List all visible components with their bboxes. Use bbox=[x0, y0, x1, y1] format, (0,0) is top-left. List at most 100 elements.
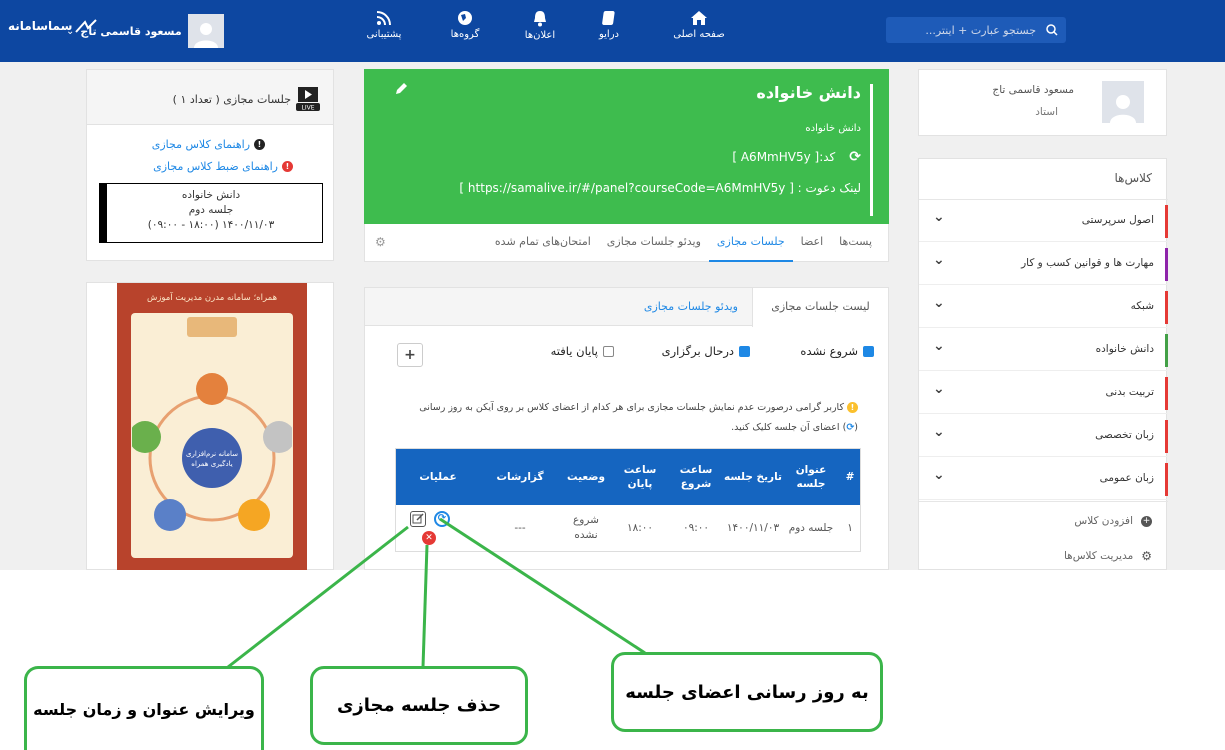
class-item[interactable]: دانش خانواده ⌄ bbox=[919, 330, 1168, 371]
filter-not-started[interactable]: شروع نشده bbox=[800, 344, 874, 358]
checkbox-checked[interactable] bbox=[863, 345, 874, 357]
globe-icon bbox=[458, 11, 472, 25]
class-color-bar bbox=[1165, 334, 1168, 367]
avatar bbox=[1102, 81, 1144, 123]
tab-2[interactable]: جلسات مجازی bbox=[708, 224, 793, 262]
delete-session-button[interactable]: ✕ bbox=[422, 531, 436, 545]
callout-edit-text: ویرایش عنوان و زمان جلسه bbox=[33, 700, 255, 719]
session-name: جلسه دوم bbox=[188, 204, 234, 216]
nav-label: پشتیبانی bbox=[366, 29, 402, 40]
filter-finished[interactable]: پایان یافته bbox=[551, 344, 614, 358]
chevron-down-icon[interactable]: ⌄ bbox=[933, 209, 945, 225]
class-item[interactable]: اصول سرپرستی ⌄ bbox=[919, 201, 1168, 242]
notice-text-2: اعضای آن جلسه کلیک کنید. bbox=[731, 422, 840, 433]
nav-item-notifications[interactable]: اعلان‌ها bbox=[512, 10, 568, 41]
chevron-down-icon[interactable]: ⌄ bbox=[933, 381, 945, 397]
edit-pencil-icon[interactable] bbox=[394, 82, 408, 96]
chevron-down-icon[interactable]: ⌄ bbox=[933, 424, 945, 440]
chevron-down-icon[interactable]: ⌄ bbox=[933, 295, 945, 311]
search-icon[interactable] bbox=[1046, 24, 1058, 36]
guide-link-2[interactable]: راهنمای ضبط کلاس مجازی ! bbox=[153, 160, 293, 173]
guide1-label[interactable]: راهنمای کلاس مجازی bbox=[152, 138, 250, 151]
class-color-bar bbox=[1165, 420, 1168, 453]
nav-label: اعلان‌ها bbox=[524, 30, 556, 41]
checkbox-unchecked[interactable] bbox=[603, 345, 614, 357]
session-time: ۱۴۰۰/۱۱/۰۳ (۱۸:۰۰ - ۰۹:۰۰) bbox=[147, 219, 275, 231]
user-menu[interactable]: ⌄ مسعود قاسمی تاج bbox=[66, 14, 224, 48]
tab-3[interactable]: ویدئو جلسات مجازی bbox=[599, 224, 709, 262]
table-header-cell: تاریخ جلسه bbox=[723, 471, 782, 483]
nav-item-drive[interactable]: درایو bbox=[584, 10, 634, 40]
course-tabs: پست‌ها اعضا جلسات مجازی ویدئو جلسات مجازی ام… bbox=[364, 224, 889, 262]
refresh-code-icon[interactable]: ⟳ bbox=[849, 149, 861, 165]
add-class-button[interactable]: افزودن کلاس + bbox=[1074, 515, 1152, 527]
table-header-cell: ساعت شروع bbox=[679, 464, 713, 490]
class-item[interactable]: تربیت بدنی ⌄ bbox=[919, 373, 1168, 414]
class-item-label: تربیت بدنی bbox=[1105, 386, 1154, 398]
callout-delete-text: حذف جلسه مجازی bbox=[336, 695, 502, 716]
chevron-down-icon[interactable]: ⌄ bbox=[933, 252, 945, 268]
user-icon bbox=[1110, 95, 1136, 123]
profile-card: مسعود قاسمی تاج استاد bbox=[918, 69, 1167, 136]
table-header-cell: گزارشات bbox=[496, 471, 544, 483]
class-item[interactable]: مهارت ها و قوانین کسب و کار ⌄ bbox=[919, 244, 1168, 285]
chevron-down-icon[interactable]: ⌄ bbox=[933, 467, 945, 483]
live-video-icon: LIVE bbox=[295, 86, 321, 112]
manage-classes-label: مدیریت کلاس‌ها bbox=[1063, 550, 1134, 562]
edit-session-button[interactable] bbox=[410, 511, 426, 527]
table-header-cell: ساعت پایان bbox=[623, 464, 657, 490]
class-color-bar bbox=[1165, 205, 1168, 238]
subtab-video[interactable]: ویدئو جلسات مجازی bbox=[644, 300, 738, 313]
alert-icon: ! bbox=[282, 161, 293, 172]
nav-label: درایو bbox=[598, 29, 619, 40]
gear-icon[interactable]: ⚙ bbox=[375, 235, 386, 249]
avatar bbox=[187, 14, 224, 48]
banner-center: سامانه نرم‌افزاری یادگیری همراه bbox=[186, 450, 238, 468]
class-item[interactable]: زبان عمومی ⌄ bbox=[919, 459, 1168, 500]
nav-item-support[interactable]: پشتیبانی bbox=[356, 10, 412, 40]
class-item[interactable]: شبکه ⌄ bbox=[919, 287, 1168, 328]
class-item-label: اصول سرپرستی bbox=[1081, 214, 1154, 226]
filter-in-progress[interactable]: درحال برگزاری bbox=[662, 344, 750, 358]
table-cell: ۱۸:۰۰ bbox=[626, 521, 654, 534]
notice: ! کاربر گرامی درصورت عدم نمایش جلسات مجا… bbox=[419, 402, 858, 433]
nav-label: گروه‌ها bbox=[450, 29, 480, 40]
class-item-label: دانش خانواده bbox=[1095, 343, 1154, 355]
table-header-cell: وضعیت bbox=[567, 471, 606, 483]
session-item[interactable]: دانش خانواده جلسه دوم ۱۴۰۰/۱۱/۰۳ (۱۸:۰۰ … bbox=[99, 183, 323, 243]
checkbox-checked[interactable] bbox=[739, 345, 750, 357]
refresh-members-button[interactable]: ⟳ bbox=[434, 511, 450, 527]
search-box[interactable]: جستجو عبارت + اینتر... bbox=[886, 17, 1066, 43]
home-icon bbox=[691, 11, 707, 25]
chevron-down-icon[interactable]: ⌄ bbox=[933, 338, 945, 354]
course-header: دانش خانواده دانش خانواده کد:[ A6MmHV5y … bbox=[364, 69, 889, 224]
course-code: کد:[ A6MmHV5y ] bbox=[732, 150, 836, 164]
classes-title: کلاس‌ها bbox=[1114, 171, 1152, 185]
classes-card: کلاس‌ها افزودن کلاس + مدیریت کلاس‌ها ⚙ ا… bbox=[918, 158, 1168, 570]
sessions-panel: لیست جلسات مجازی ویدئو جلسات مجازی شروع … bbox=[364, 287, 889, 570]
user-icon bbox=[193, 23, 218, 48]
tab-4[interactable]: امتحان‌های تمام شده bbox=[487, 224, 599, 262]
table-cell: ۱۴۰۰/۱۱/۰۳ bbox=[726, 521, 780, 534]
virtual-title-row: جلسات مجازی ( تعداد ۱ ) LIVE bbox=[173, 86, 321, 112]
tab-0[interactable]: پست‌ها bbox=[831, 224, 880, 262]
add-class-label: افزودن کلاس bbox=[1074, 515, 1133, 527]
nav-item-groups[interactable]: گروه‌ها bbox=[440, 10, 490, 40]
table-header-cell: عنوان جلسه bbox=[795, 464, 827, 490]
manage-classes-button[interactable]: مدیریت کلاس‌ها ⚙ bbox=[1064, 549, 1152, 563]
guide-link-1[interactable]: راهنمای کلاس مجازی ! bbox=[152, 138, 265, 151]
class-item[interactable]: زبان تخصصی ⌄ bbox=[919, 416, 1168, 457]
invite-link[interactable]: لینک دعوت : [ https://samalive.ir/#/pane… bbox=[459, 181, 861, 195]
nav-item-home[interactable]: صفحه اصلی bbox=[664, 10, 734, 40]
add-session-button[interactable]: + bbox=[397, 343, 423, 367]
class-item-label: مهارت ها و قوانین کسب و کار bbox=[1021, 257, 1154, 269]
search-input[interactable]: جستجو عبارت + اینتر... bbox=[925, 24, 1036, 37]
course-title: دانش خانواده bbox=[756, 83, 861, 102]
class-color-bar bbox=[1165, 248, 1168, 281]
subtab-list[interactable]: لیست جلسات مجازی bbox=[752, 288, 888, 327]
table-cell: شروع نشده bbox=[573, 514, 599, 541]
guide2-label[interactable]: راهنمای ضبط کلاس مجازی bbox=[153, 160, 278, 173]
promo-banner[interactable]: همراه؛ سامانه مدرن مدیریت آموزش سامانه ن… bbox=[117, 283, 307, 570]
tab-1[interactable]: اعضا bbox=[793, 224, 832, 262]
filter-label: شروع نشده bbox=[800, 344, 858, 358]
